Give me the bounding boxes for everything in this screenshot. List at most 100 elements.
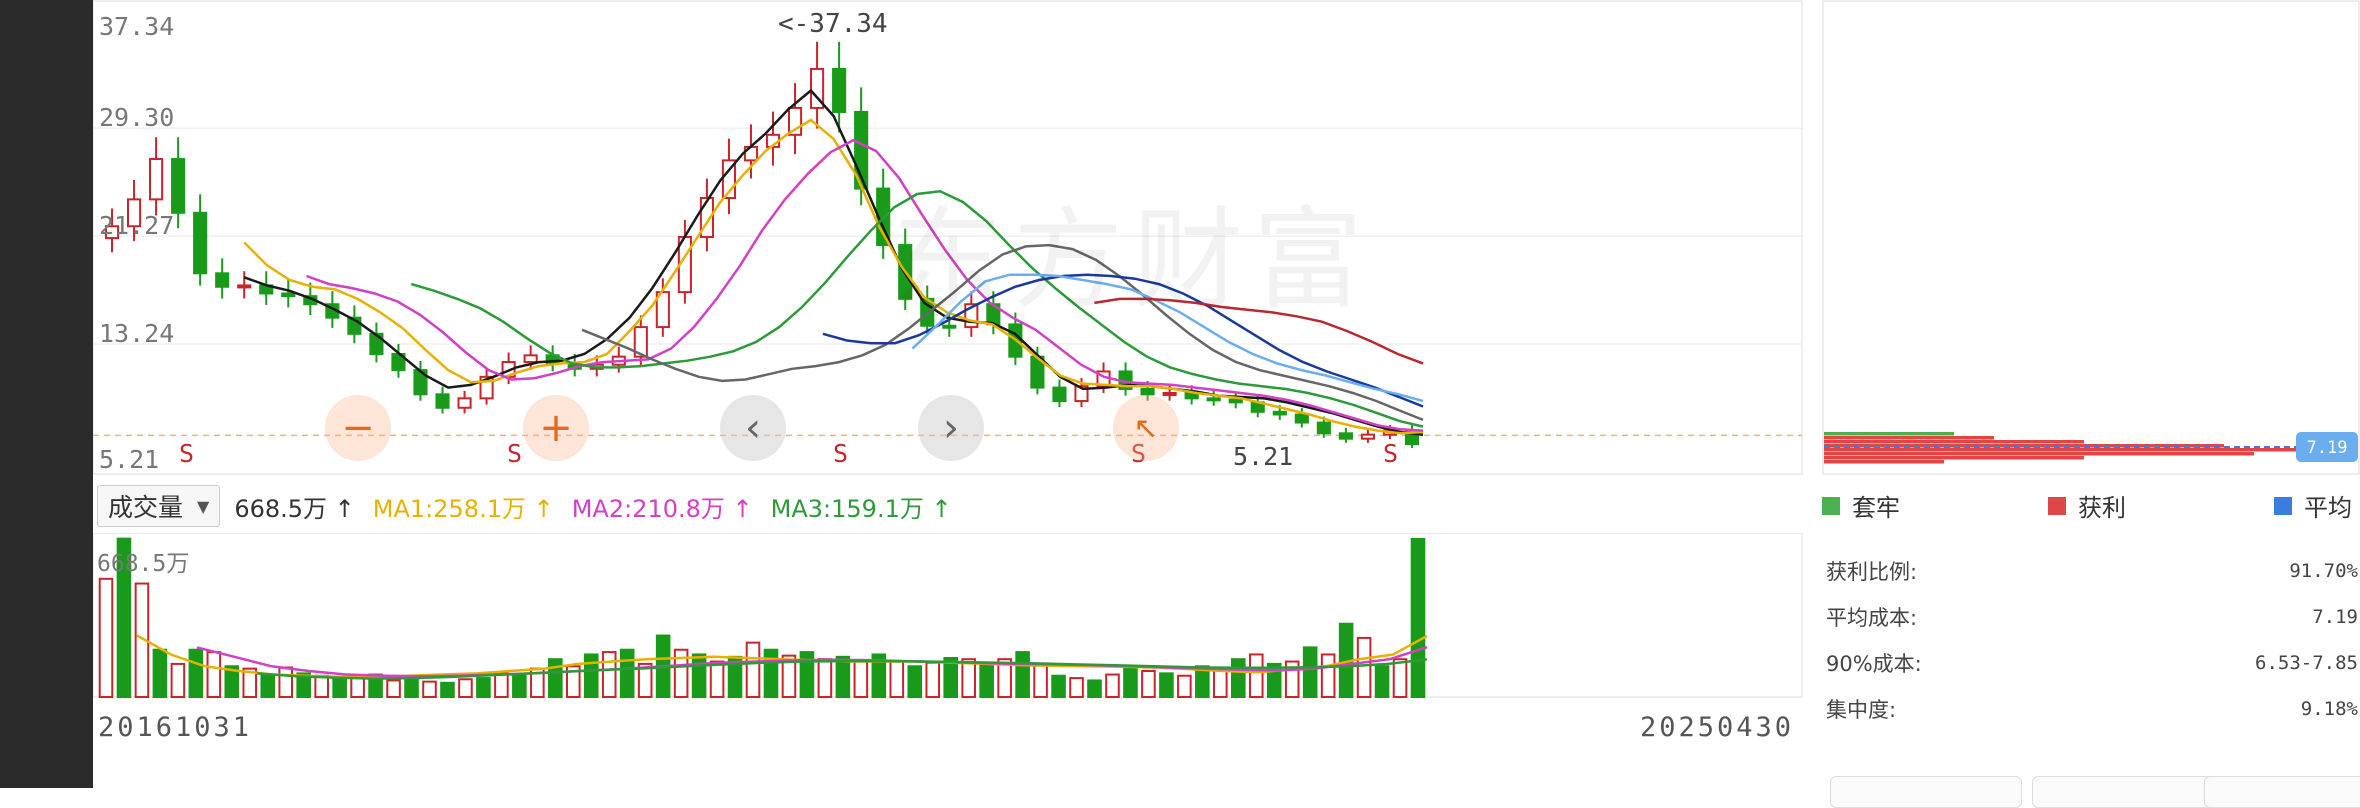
stat-label: 90%成本: — [1826, 652, 1922, 676]
start-date: 20161031 — [98, 712, 253, 743]
volume-bar-down — [979, 662, 994, 698]
volume-bar-down — [1015, 651, 1030, 698]
price-ma-line-7 — [911, 273, 1424, 403]
zoom-out-button[interactable]: − — [325, 395, 391, 461]
legend-profit-label: 获利 — [2078, 494, 2126, 522]
distribution-legend: 套牢 获利 平均 — [1822, 488, 2360, 524]
distribution-border — [1822, 0, 2360, 475]
y-tick-label: 37.34 — [99, 12, 174, 41]
stat-label: 集中度: — [1826, 698, 1897, 722]
chip-bar — [1824, 460, 1944, 464]
volume-bar-down — [1087, 679, 1102, 698]
volume-bar-down — [188, 648, 204, 699]
price-chart-panel[interactable]: 37.34 29.30 21.27 13.24 5.21 <-37.34 5.21 S S S S S… — [92, 0, 1803, 475]
volume-bar-down — [404, 677, 419, 698]
volume-ma1: MA1:258.1万 ↑ — [372, 494, 554, 523]
zoom-in-button[interactable]: + — [523, 395, 589, 461]
volume-bar-up — [709, 660, 725, 699]
caret-down-icon: ▼ — [197, 496, 210, 516]
candle-down — [1338, 432, 1353, 440]
volume-bar-down — [260, 673, 276, 699]
volume-bar-down — [440, 681, 455, 699]
volume-bar-down — [1374, 665, 1390, 698]
scroll-left-button[interactable]: ‹ — [720, 395, 786, 461]
candle-up — [1162, 391, 1177, 396]
stat-value: 6.53-7.85 — [2255, 652, 2358, 674]
volume-bar-down — [619, 648, 635, 699]
volume-bar-up — [458, 678, 473, 698]
legend-average-label: 平均 — [2304, 494, 2352, 522]
candle-down — [1294, 413, 1309, 424]
volume-bar-down — [476, 677, 491, 698]
candle-down — [1228, 398, 1243, 404]
volume-bar-up — [1033, 662, 1048, 698]
volume-chart[interactable]: 668.5万 — [92, 532, 1803, 699]
volume-bar-down — [1302, 646, 1318, 698]
volume-bar-up — [206, 651, 222, 698]
volume-bar-down — [332, 677, 347, 698]
min-price-annotation: 5.21 — [1233, 442, 1293, 471]
s-signal-marker: S — [1383, 439, 1398, 468]
expand-button[interactable]: ↖ — [1113, 395, 1179, 461]
volume-bar-up — [745, 641, 761, 698]
volume-bar-up — [1141, 670, 1156, 698]
legend-average-swatch — [2274, 496, 2292, 515]
arrow-expand-icon: ↖ — [1133, 410, 1159, 446]
chevron-left-icon: ‹ — [745, 405, 761, 451]
stat-value: 9.18% — [2300, 698, 2358, 720]
legend-trapped-swatch — [1822, 496, 1840, 515]
chip-bar — [1824, 440, 2084, 444]
end-date: 20250430 — [1640, 712, 1795, 743]
chip-bar — [1824, 456, 2084, 460]
s-signal-marker: S — [833, 439, 848, 468]
volume-bar-up — [314, 674, 329, 699]
stat-value: 7.19 — [2312, 606, 2358, 628]
stat-profit-ratio: 获利比例: 91.70% — [1826, 548, 2358, 594]
candle-down — [193, 211, 208, 275]
candle-down — [1316, 421, 1331, 435]
bottom-button-3[interactable] — [2204, 776, 2360, 808]
stat-concentration: 集中度: 9.18% — [1826, 686, 2358, 732]
indicator-selector[interactable]: 成交量 ▼ — [97, 485, 221, 527]
price-ma-line-4 — [410, 190, 1424, 428]
scroll-right-button[interactable]: › — [918, 395, 984, 461]
candle-down — [1140, 387, 1155, 396]
volume-bar-up — [1320, 653, 1336, 698]
volume-bar-down — [548, 658, 563, 698]
volume-bar-down — [1410, 538, 1426, 698]
volume-bar-down — [1230, 658, 1246, 698]
candle-down — [281, 292, 296, 298]
stat-label: 获利比例: — [1826, 560, 1918, 584]
volume-bar-up — [350, 675, 365, 698]
volume-bar-down — [1159, 672, 1174, 698]
volume-bar-down — [835, 655, 851, 698]
volume-bar-up — [98, 577, 114, 698]
chevron-right-icon: › — [943, 405, 959, 451]
max-price-annotation: <-37.34 — [778, 9, 888, 39]
candle-down — [1206, 397, 1221, 402]
volume-bar-down — [763, 648, 779, 699]
volume-bar-up — [386, 679, 401, 698]
volume-bar-down — [691, 653, 707, 698]
plus-icon: + — [539, 405, 573, 451]
volume-chart-panel[interactable]: 668.5万 — [92, 532, 1803, 699]
stat-value: 91.70% — [2289, 560, 2358, 582]
volume-ma3: MA3:159.1万 ↑ — [770, 494, 952, 523]
volume-bar-up — [1356, 636, 1372, 698]
volume-bar-up — [817, 658, 833, 698]
chip-bar — [1824, 432, 1954, 436]
bottom-button-2[interactable] — [2032, 776, 2224, 808]
volume-bar-up — [1177, 674, 1192, 699]
volume-bar-down — [1123, 667, 1138, 699]
bottom-buttons — [1830, 776, 2360, 808]
volume-bar-up — [1105, 673, 1120, 699]
volume-bar-up — [494, 672, 509, 698]
volume-bar-up — [925, 661, 941, 699]
candle-down — [942, 324, 957, 329]
chip-distribution-panel: 7.19 — [1822, 0, 2360, 475]
volume-bar-up — [853, 660, 869, 699]
bottom-button-1[interactable] — [1830, 776, 2022, 808]
chip-bar — [1824, 448, 2344, 452]
legend-profit-swatch — [2048, 496, 2066, 515]
indicator-selector-label: 成交量 — [108, 493, 184, 522]
